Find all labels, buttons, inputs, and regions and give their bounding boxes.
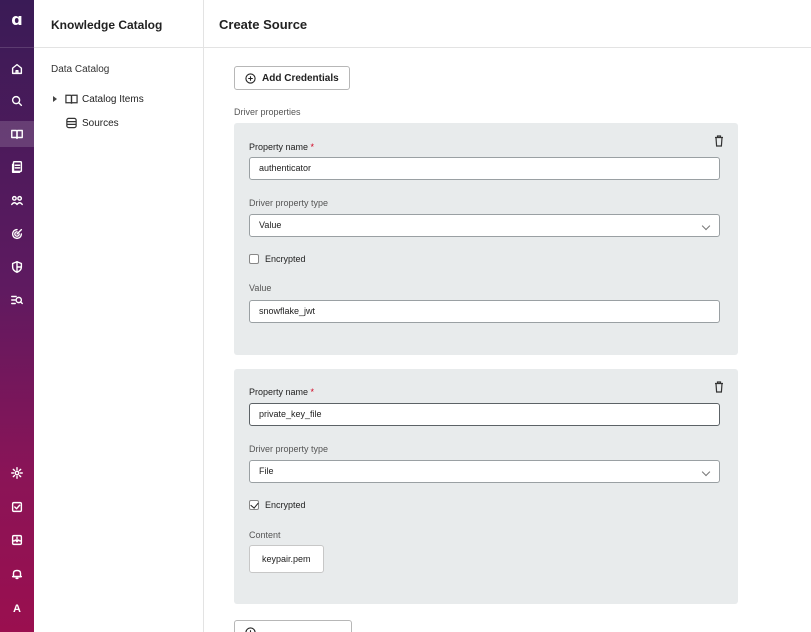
catalog-sidebar: Knowledge Catalog Data Catalog Catalog I… — [34, 0, 204, 632]
rail-query-button[interactable] — [3, 287, 31, 313]
select-value: File — [259, 466, 274, 476]
rail-radar-button[interactable] — [3, 221, 31, 247]
property-name-input[interactable]: private_key_file — [249, 403, 720, 426]
main-panel: Create Source Add Credentials Driver pro… — [204, 0, 811, 632]
add-credentials-button[interactable]: Add Credentials — [234, 66, 350, 90]
encrypted-label: Encrypted — [265, 500, 306, 510]
add-property-button[interactable] — [234, 620, 352, 632]
file-chip[interactable]: keypair.pem — [249, 545, 324, 573]
rail-tasks-button[interactable] — [3, 494, 31, 520]
add-credentials-label: Add Credentials — [262, 72, 339, 84]
shield-icon — [11, 261, 23, 273]
driver-property-type-select[interactable]: File — [249, 460, 720, 483]
page-title: Create Source — [219, 17, 308, 32]
form-body: Add Credentials Driver properties Proper… — [215, 48, 795, 632]
chevron-right-icon[interactable] — [53, 96, 57, 102]
property-name-label-text: Property name — [249, 142, 309, 152]
trash-icon — [715, 381, 723, 393]
rail-documents-button[interactable] — [3, 154, 31, 180]
import-icon — [11, 534, 23, 546]
database-icon — [66, 117, 77, 129]
document-icon — [11, 161, 23, 173]
rail-settings-button[interactable] — [3, 460, 31, 486]
required-mark: * — [310, 142, 315, 152]
search-icon — [11, 95, 23, 107]
trash-icon — [715, 135, 723, 147]
sidebar-divider — [34, 47, 204, 48]
rail-security-button[interactable] — [3, 254, 31, 280]
plus-circle-icon — [245, 72, 256, 84]
driver-property-card: Property name * private_key_file Driver … — [234, 369, 738, 604]
rail-search-button[interactable] — [3, 88, 31, 114]
property-name-label: Property name * — [249, 387, 314, 397]
content-label: Content — [249, 530, 281, 540]
book-icon — [11, 129, 23, 140]
value-input[interactable]: snowflake_jwt — [249, 300, 720, 323]
rail-divider — [0, 47, 34, 48]
delete-property-button[interactable] — [714, 135, 724, 147]
checkbox-icon — [11, 501, 23, 513]
bell-icon — [11, 569, 23, 580]
delete-property-button[interactable] — [714, 381, 724, 393]
driver-properties-label: Driver properties — [234, 107, 301, 117]
sidebar-title: Knowledge Catalog — [51, 18, 163, 32]
book-icon — [65, 94, 78, 104]
chevron-down-icon — [701, 467, 711, 477]
driver-property-type-label: Driver property type — [249, 198, 329, 208]
sidebar-item-label: Catalog Items — [82, 93, 144, 105]
form-scroll-area[interactable]: Add Credentials Driver properties Proper… — [215, 48, 795, 632]
sidebar-item-sources[interactable]: Sources — [65, 117, 119, 129]
driver-property-card: Property name * authenticator Driver pro… — [234, 123, 738, 355]
app-logo[interactable]: ɑ — [0, 10, 34, 29]
plus-circle-icon — [245, 626, 256, 632]
rail-notifications-button[interactable] — [3, 561, 31, 587]
rail-import-button[interactable] — [3, 527, 31, 553]
gear-icon — [11, 467, 23, 479]
property-name-input[interactable]: authenticator — [249, 157, 720, 180]
eq-search-icon — [11, 295, 23, 305]
checkbox-box[interactable] — [249, 254, 259, 264]
encrypted-checkbox[interactable]: Encrypted — [249, 254, 306, 264]
driver-property-type-select[interactable]: Value — [249, 214, 720, 237]
required-mark: * — [310, 387, 315, 397]
people-icon — [11, 195, 23, 206]
property-name-label-text: Property name — [249, 387, 309, 397]
chevron-down-icon — [701, 221, 711, 231]
user-avatar[interactable]: A — [3, 596, 31, 622]
radar-icon — [11, 228, 23, 240]
page-header: Create Source — [204, 0, 811, 48]
sidebar-item-label: Sources — [82, 117, 119, 129]
select-value: Value — [259, 220, 282, 230]
encrypted-checkbox[interactable]: Encrypted — [249, 500, 306, 510]
property-name-label: Property name * — [249, 142, 314, 152]
home-icon — [11, 63, 23, 75]
avatar-letter: A — [13, 603, 21, 615]
encrypted-label: Encrypted — [265, 254, 306, 264]
sidebar-section-data-catalog[interactable]: Data Catalog — [51, 64, 109, 75]
rail-people-button[interactable] — [3, 188, 31, 214]
rail-home-button[interactable] — [3, 56, 31, 82]
rail-catalog-button[interactable] — [0, 121, 34, 147]
sidebar-item-catalog-items[interactable]: Catalog Items — [53, 93, 144, 105]
driver-property-type-label: Driver property type — [249, 444, 329, 454]
value-label: Value — [249, 283, 272, 293]
checkbox-box-checked[interactable] — [249, 500, 259, 510]
app-rail: ɑ A — [0, 0, 34, 632]
